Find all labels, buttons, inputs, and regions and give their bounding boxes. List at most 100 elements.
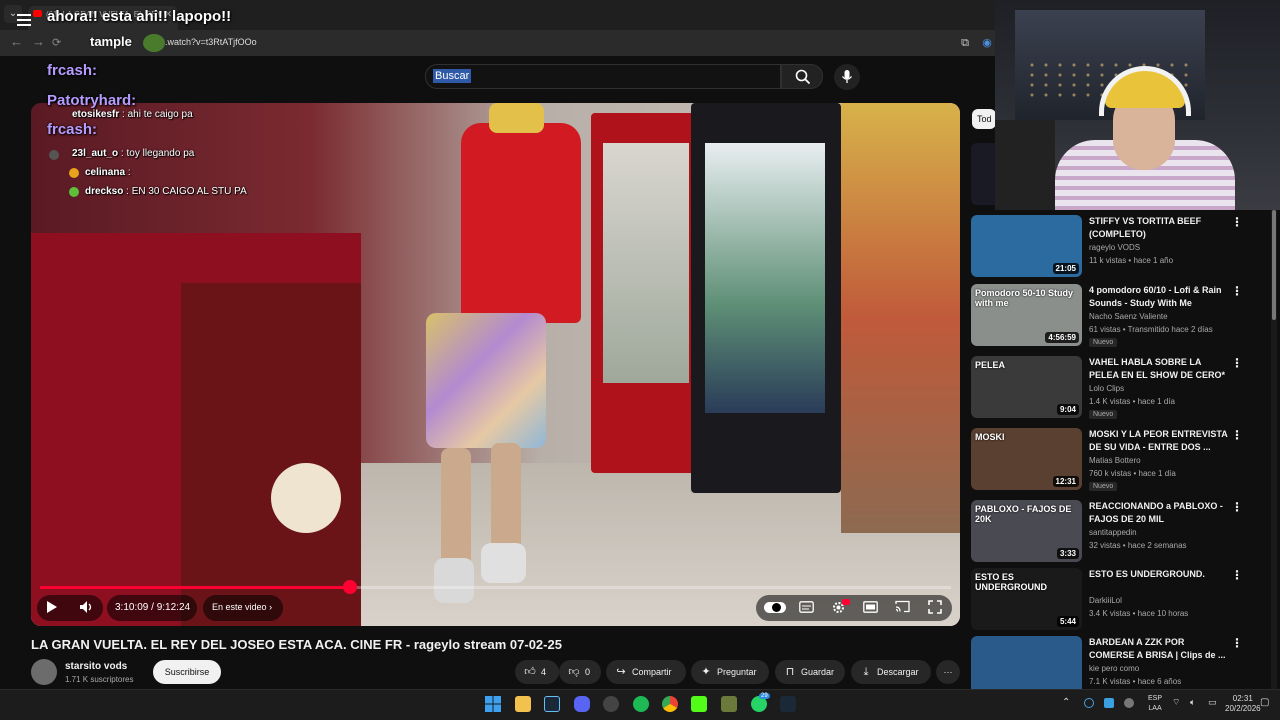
video-person-shorts <box>426 313 546 448</box>
wifi-icon[interactable]: ⌔ <box>1172 697 1180 708</box>
spotify-icon[interactable] <box>633 696 649 712</box>
subscribe-button[interactable]: Suscribirse <box>153 660 221 684</box>
captions-icon[interactable] <box>799 601 814 613</box>
scrollbar-thumb[interactable] <box>1272 210 1276 320</box>
file-explorer-icon[interactable] <box>515 696 531 712</box>
obs-icon[interactable] <box>603 696 619 712</box>
windows-start-icon[interactable] <box>485 696 501 712</box>
video-fridge-red <box>591 113 701 473</box>
rec-channel[interactable]: Matias Bottero <box>1089 456 1141 465</box>
recommendation-item[interactable]: PELEA 9:04 VAHEL HABLA SOBRE LA PELEA EN E… <box>971 356 1271 422</box>
system-clock[interactable]: 02:31 20/2/2026 <box>1225 694 1261 714</box>
rec-thumbnail-text: ESTO ES UNDERGROUND <box>975 572 1047 592</box>
reload-icon[interactable]: ⟳ <box>52 36 61 49</box>
rec-thumbnail[interactable]: PABLOXO - FAJOS DE 20K 3:33 <box>971 500 1082 562</box>
rec-title[interactable]: ESTO ES UNDERGROUND. <box>1089 568 1229 581</box>
steam-icon[interactable] <box>544 696 560 712</box>
forward-icon[interactable]: → <box>32 34 45 49</box>
recommendation-item[interactable]: 21:05 STIFFY VS TORTITA BEEF (COMPLETO) ra… <box>971 215 1271 281</box>
save-button[interactable]: ⊓ Guardar <box>775 660 845 684</box>
thumbs-down-icon: 👎︎ <box>568 666 580 678</box>
minecraft-icon[interactable] <box>721 696 737 712</box>
kick-icon[interactable] <box>691 696 707 712</box>
rec-more-icon[interactable]: ⋮ <box>1231 215 1243 229</box>
tray-security-icon[interactable] <box>1104 698 1114 708</box>
search-text[interactable]: Buscar <box>433 69 472 83</box>
rec-more-icon[interactable]: ⋮ <box>1231 500 1243 514</box>
rec-thumbnail[interactable]: PELEA 9:04 <box>971 356 1082 418</box>
rec-title[interactable]: STIFFY VS TORTITA BEEF (COMPLETO) <box>1089 215 1229 241</box>
url-text[interactable]: ...watch?v=t3RtATjfOOo <box>160 37 257 47</box>
search-input[interactable] <box>425 64 781 89</box>
channel-name[interactable]: starsito vods <box>65 661 127 672</box>
search-button[interactable] <box>781 64 823 89</box>
recommendation-item[interactable]: PABLOXO - FAJOS DE 20K 3:33 REACCIONANDO a… <box>971 500 1271 566</box>
rec-thumbnail[interactable]: MOSKI 12:31 <box>971 428 1082 490</box>
progress-scrubber[interactable] <box>343 580 357 594</box>
chapter-button[interactable]: En este video › <box>212 602 272 612</box>
filter-chip-all[interactable]: Tod <box>972 109 996 129</box>
video-shoe <box>434 558 474 603</box>
dislike-button[interactable]: 👎︎ 0 <box>559 660 601 684</box>
sparkle-icon: ✦ <box>701 666 711 678</box>
tray-sync-icon[interactable] <box>1084 698 1094 708</box>
channel-avatar[interactable] <box>31 659 57 685</box>
rec-duration: 12:31 <box>1052 476 1079 487</box>
tray-mic-icon[interactable] <box>1124 698 1134 708</box>
steam-running-icon[interactable] <box>780 696 796 712</box>
voice-search-button[interactable] <box>834 64 860 90</box>
rec-title[interactable]: VAHEL HABLA SOBRE LA PELEA EN EL SHOW DE… <box>1089 356 1229 382</box>
rec-thumbnail[interactable]: ESTO ES UNDERGROUND 5:44 <box>971 568 1082 630</box>
back-icon[interactable]: ← <box>10 34 23 49</box>
download-button[interactable]: ⤓ Descargar <box>851 660 931 684</box>
rec-thumbnail-partial[interactable] <box>971 143 995 205</box>
chat-user: Patotryhard: <box>47 92 137 109</box>
recommendation-item[interactable]: Pomodoro 50-10 Study with me 4:56:59 4 pom… <box>971 284 1271 350</box>
rec-more-icon[interactable]: ⋮ <box>1231 636 1243 650</box>
share-button[interactable]: ↪ Compartir <box>606 660 686 684</box>
install-app-icon[interactable]: ⧉ <box>958 36 972 50</box>
chat-user: frcash: <box>47 62 98 79</box>
autoplay-toggle[interactable] <box>764 602 786 613</box>
rec-more-icon[interactable]: ⋮ <box>1231 568 1243 582</box>
chat-badge-icon <box>49 150 59 160</box>
rec-more-icon[interactable]: ⋮ <box>1231 428 1243 442</box>
recommendation-item[interactable]: MOSKI 12:31 MOSKI Y LA PEOR ENTREVISTA DE … <box>971 428 1271 494</box>
notification-icon[interactable]: ▢ <box>1260 697 1269 708</box>
rec-more-icon[interactable]: ⋮ <box>1231 284 1243 298</box>
rec-duration: 3:33 <box>1056 548 1079 559</box>
rec-thumbnail[interactable]: 21:05 <box>971 215 1082 277</box>
language-indicator[interactable]: ESP LAA <box>1148 694 1162 714</box>
extension-icon[interactable]: ◉ <box>980 36 994 50</box>
volume-icon[interactable] <box>79 600 95 614</box>
speaker-icon[interactable]: 🔈︎ <box>1190 697 1195 708</box>
video-player[interactable] <box>31 103 960 626</box>
discord-icon[interactable] <box>574 696 590 712</box>
rec-channel[interactable]: DarkiiiLol <box>1089 596 1122 605</box>
rec-thumbnail[interactable]: Pomodoro 50-10 Study with me 4:56:59 <box>971 284 1082 346</box>
rec-channel[interactable]: kie pero como <box>1089 664 1139 673</box>
chrome-icon[interactable] <box>662 696 678 712</box>
rec-title[interactable]: BARDEAN A ZZK POR COMERSE A BRISA | Clip… <box>1089 636 1229 662</box>
cast-icon[interactable] <box>895 600 910 613</box>
recommendation-item[interactable]: ESTO ES UNDERGROUND 5:44 ESTO ES UNDERGROU… <box>971 568 1271 634</box>
youtube-favicon-icon <box>33 10 42 17</box>
rec-title[interactable]: MOSKI Y LA PEOR ENTREVISTA DE SU VIDA - … <box>1089 428 1229 454</box>
rec-channel[interactable]: santitappedin <box>1089 528 1137 537</box>
tray-chevron-up-icon[interactable]: ⌃ <box>1062 697 1070 708</box>
rec-channel[interactable]: Nacho Saenz Valiente <box>1089 312 1168 321</box>
rec-channel[interactable]: rageylo VODS <box>1089 243 1140 252</box>
rec-title[interactable]: REACCIONANDO a PABLOXO - FAJOS DE 20 MIL <box>1089 500 1229 526</box>
battery-icon[interactable]: ▭ <box>1208 697 1217 708</box>
rec-title[interactable]: 4 pomodoro 60/10 - Lofi & Rain Sounds - … <box>1089 284 1229 310</box>
theater-mode-icon[interactable] <box>863 601 878 613</box>
play-icon[interactable] <box>45 600 59 614</box>
more-actions-button[interactable]: ··· <box>936 660 960 684</box>
ask-button[interactable]: ✦ Preguntar <box>691 660 769 684</box>
like-button[interactable]: 👍︎ 4 <box>515 660 559 684</box>
menu-icon[interactable] <box>17 14 31 26</box>
sidebar-scrollbar[interactable] <box>1271 210 1277 690</box>
rec-more-icon[interactable]: ⋮ <box>1231 356 1243 370</box>
fullscreen-icon[interactable] <box>928 600 942 614</box>
rec-channel[interactable]: Lolo Clips <box>1089 384 1124 393</box>
